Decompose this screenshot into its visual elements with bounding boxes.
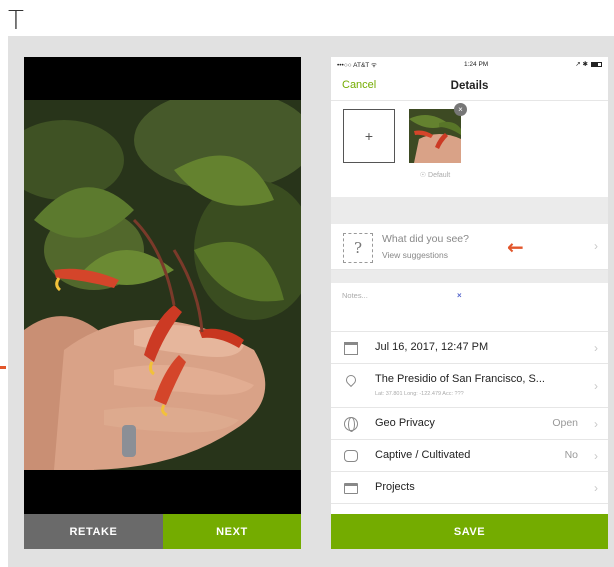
- globe-icon: [343, 416, 359, 432]
- status-right: ↗ ✱: [575, 60, 602, 68]
- photo-thumbnail[interactable]: [409, 109, 461, 163]
- chevron-right-icon: ›: [594, 417, 598, 431]
- page: T RETAKE NEXT •••○○ AT&T ᯤ 1:24 PM ↗ ✱ C…: [0, 0, 614, 567]
- location-name: The Presidio of San Francisco, S...: [375, 373, 545, 385]
- question-box-icon: ?: [343, 233, 373, 263]
- section-divider: [331, 197, 608, 224]
- projects-label: Projects: [375, 481, 415, 493]
- species-question: What did you see?: [382, 233, 469, 245]
- status-bar: •••○○ AT&T ᯤ 1:24 PM ↗ ✱: [331, 57, 608, 71]
- captive-label: Captive / Cultivated: [375, 449, 471, 461]
- status-time: 1:24 PM: [463, 60, 489, 68]
- section-divider: [331, 270, 608, 283]
- chevron-right-icon: ›: [594, 449, 598, 463]
- plus-icon: +: [364, 128, 374, 144]
- date-row[interactable]: Jul 16, 2017, 12:47 PM ›: [331, 332, 608, 364]
- carrier-signal: •••○○ AT&T ᯤ: [337, 61, 377, 69]
- observation-date: Jul 16, 2017, 12:47 PM: [375, 341, 489, 353]
- notes-clear-icon[interactable]: ×: [457, 291, 462, 300]
- cancel-button[interactable]: Cancel: [342, 79, 376, 91]
- default-photo-label: ☉ Default: [419, 172, 451, 179]
- question-glyph: ?: [353, 239, 363, 257]
- geo-privacy-value: Open: [552, 417, 578, 429]
- calendar-icon: [343, 340, 359, 356]
- location-row[interactable]: The Presidio of San Francisco, S... Lat:…: [331, 364, 608, 408]
- page-title: Details: [450, 79, 489, 92]
- save-button[interactable]: SAVE: [331, 514, 608, 549]
- details-screen: •••○○ AT&T ᯤ 1:24 PM ↗ ✱ Cancel Details …: [331, 57, 608, 549]
- add-photo-button[interactable]: +: [343, 109, 395, 163]
- chevron-right-icon: ›: [594, 379, 598, 393]
- geo-privacy-row[interactable]: Geo Privacy Open ›: [331, 408, 608, 440]
- edge-arrow-icon: [0, 366, 6, 369]
- species-selector[interactable]: ? What did you see? View suggestions ← ›: [331, 224, 608, 270]
- fence-icon: [343, 448, 359, 464]
- battery-icon: [591, 61, 602, 67]
- captured-photo: [24, 100, 301, 470]
- next-button[interactable]: NEXT: [163, 514, 301, 549]
- location-pin-icon: [343, 372, 359, 388]
- captive-row[interactable]: Captive / Cultivated No ›: [331, 440, 608, 472]
- retake-button[interactable]: RETAKE: [24, 514, 163, 549]
- view-suggestions-link[interactable]: View suggestions: [382, 250, 448, 260]
- chevron-right-icon: ›: [594, 481, 598, 495]
- photos-section: + × ☉ Default: [331, 101, 608, 197]
- nav-bar: Cancel Details: [331, 71, 608, 101]
- chevron-right-icon: ›: [594, 341, 598, 355]
- geo-privacy-label: Geo Privacy: [375, 417, 435, 429]
- close-icon: ×: [458, 105, 463, 114]
- page-heading-letter: T: [8, 6, 24, 36]
- camera-preview-screen: RETAKE NEXT: [24, 57, 301, 549]
- notes-placeholder: Notes...: [342, 291, 368, 300]
- projects-icon: [343, 480, 359, 496]
- notes-field[interactable]: Notes... ×: [331, 283, 608, 332]
- chevron-right-icon: ›: [594, 239, 598, 253]
- projects-row[interactable]: Projects ›: [331, 472, 608, 504]
- captive-value: No: [564, 449, 578, 461]
- location-bluetooth-icons: ↗ ✱: [575, 61, 588, 68]
- location-coordinates: Lat: 37.801 Long: -122.479 Acc: ???: [375, 391, 464, 397]
- camera-footer: RETAKE NEXT: [24, 514, 301, 549]
- remove-photo-button[interactable]: ×: [454, 103, 467, 116]
- arrow-left-icon: ←: [507, 235, 524, 259]
